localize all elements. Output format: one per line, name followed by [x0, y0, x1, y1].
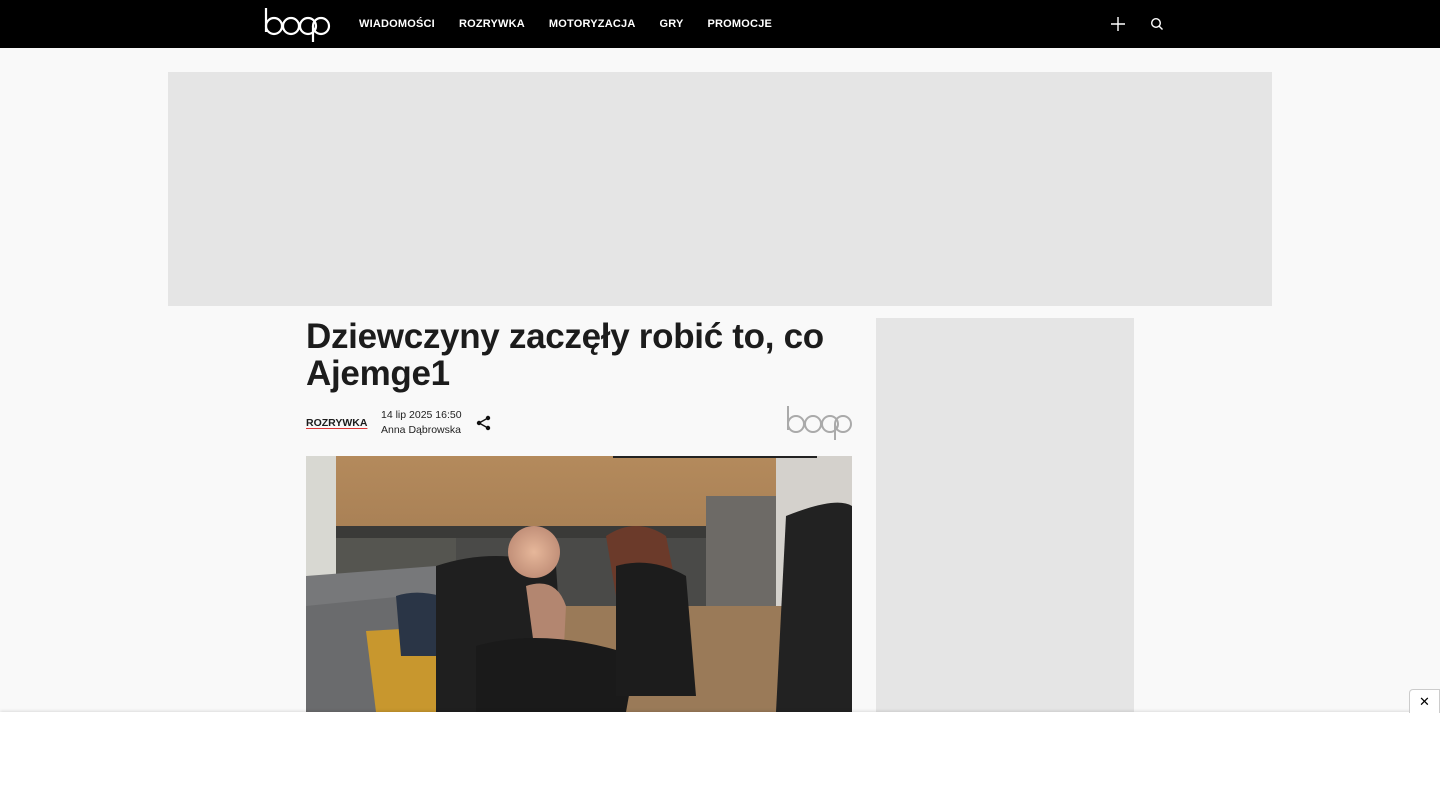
top-navigation-bar: WIADOMOŚCI ROZRYWKA MOTORYZACJA GRY PROM…: [0, 0, 1440, 48]
article-hero-image[interactable]: [306, 456, 852, 712]
close-ad-button[interactable]: ✕: [1409, 689, 1440, 713]
search-button[interactable]: [1147, 14, 1167, 34]
nav-item-wiadomosci[interactable]: WIADOMOŚCI: [359, 18, 435, 30]
article-title: Dziewczyny zaczęły robić to, co Ajemge1: [306, 317, 824, 393]
sidebar-ad-placeholder[interactable]: [876, 318, 1134, 718]
plus-button[interactable]: [1108, 14, 1128, 34]
nav-item-gry[interactable]: GRY: [659, 18, 683, 30]
hero-progress-line: [613, 456, 817, 458]
top-ad-placeholder[interactable]: [168, 72, 1272, 306]
main-nav: WIADOMOŚCI ROZRYWKA MOTORYZACJA GRY PROM…: [359, 0, 772, 48]
close-icon: ✕: [1419, 693, 1430, 709]
plus-icon: [1111, 17, 1125, 31]
share-icon[interactable]: [475, 414, 493, 432]
nav-item-promocje[interactable]: PROMOCJE: [708, 18, 773, 30]
article-author: Anna Dąbrowska: [381, 424, 461, 436]
bottom-sticky-ad[interactable]: [0, 712, 1440, 810]
publisher-logo: [787, 406, 852, 440]
hero-scene-illustration: [306, 456, 852, 712]
search-icon: [1150, 17, 1163, 30]
article-date: 14 lip 2025 16:50: [381, 409, 462, 421]
nav-item-motoryzacja[interactable]: MOTORYZACJA: [549, 18, 636, 30]
article-category-link[interactable]: ROZRYWKA: [306, 417, 367, 429]
nav-item-rozrywka[interactable]: ROZRYWKA: [459, 18, 525, 30]
site-logo[interactable]: [262, 4, 332, 44]
